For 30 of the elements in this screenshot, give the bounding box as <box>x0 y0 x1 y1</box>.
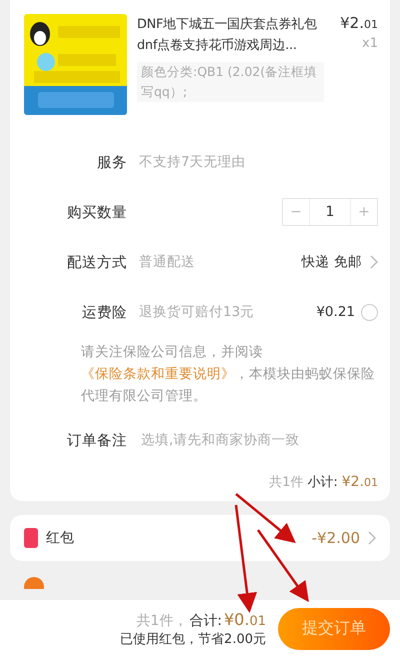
product-price: ¥2.01 <box>340 14 378 32</box>
row-label: 购买数量 <box>66 204 127 222</box>
total-label: 合计: <box>189 612 222 630</box>
total-price: ¥0.01 <box>224 610 266 628</box>
row-label: 配送方式 <box>66 254 127 272</box>
discount-amount: -¥2.00 <box>312 529 360 547</box>
coupon-label: 红包 <box>46 529 74 547</box>
sku-text: 颜色分类:QB1 (2.02(备注框填写qq）; <box>137 62 324 102</box>
shipping-option[interactable]: 快递 免邮 <box>302 253 362 271</box>
coupon-icon <box>24 528 38 548</box>
item-count: 共1件 <box>269 474 304 491</box>
row-label: 订单备注 <box>66 432 127 450</box>
subtotal-label: 小计: <box>307 474 338 491</box>
total-count: 共1件， <box>136 612 188 630</box>
row-value: 普通配送 <box>139 253 195 271</box>
savings-text: 已使用红包，节省2.00元 <box>120 630 266 648</box>
product-count: x1 <box>362 36 378 51</box>
row-value: 退换货可赔付13元 <box>139 303 254 321</box>
quantity-value: 1 <box>309 199 351 225</box>
insurance-notice: 请关注保险公司信息，并阅读 《保险条款和重要说明》，本模块由蚂蚁保保险代理有限公司管理。 <box>81 343 376 406</box>
insurance-price: ¥0.21 <box>316 304 355 320</box>
row-label: 运费险 <box>81 304 127 322</box>
radio-button[interactable] <box>361 304 378 320</box>
row-label: 服务 <box>96 154 127 172</box>
chevron-icon <box>370 255 378 269</box>
row-value: 不支持7天无理由 <box>139 153 246 171</box>
product-title[interactable]: DNF地下城五一国庆套点券礼包dnf点卷支持花币游戏周边... <box>137 14 324 56</box>
chevron-icon <box>368 531 376 545</box>
coupon-row[interactable]: 红包 -¥2.00 <box>10 515 390 561</box>
subtotal-price: ¥2.01 <box>342 474 378 490</box>
